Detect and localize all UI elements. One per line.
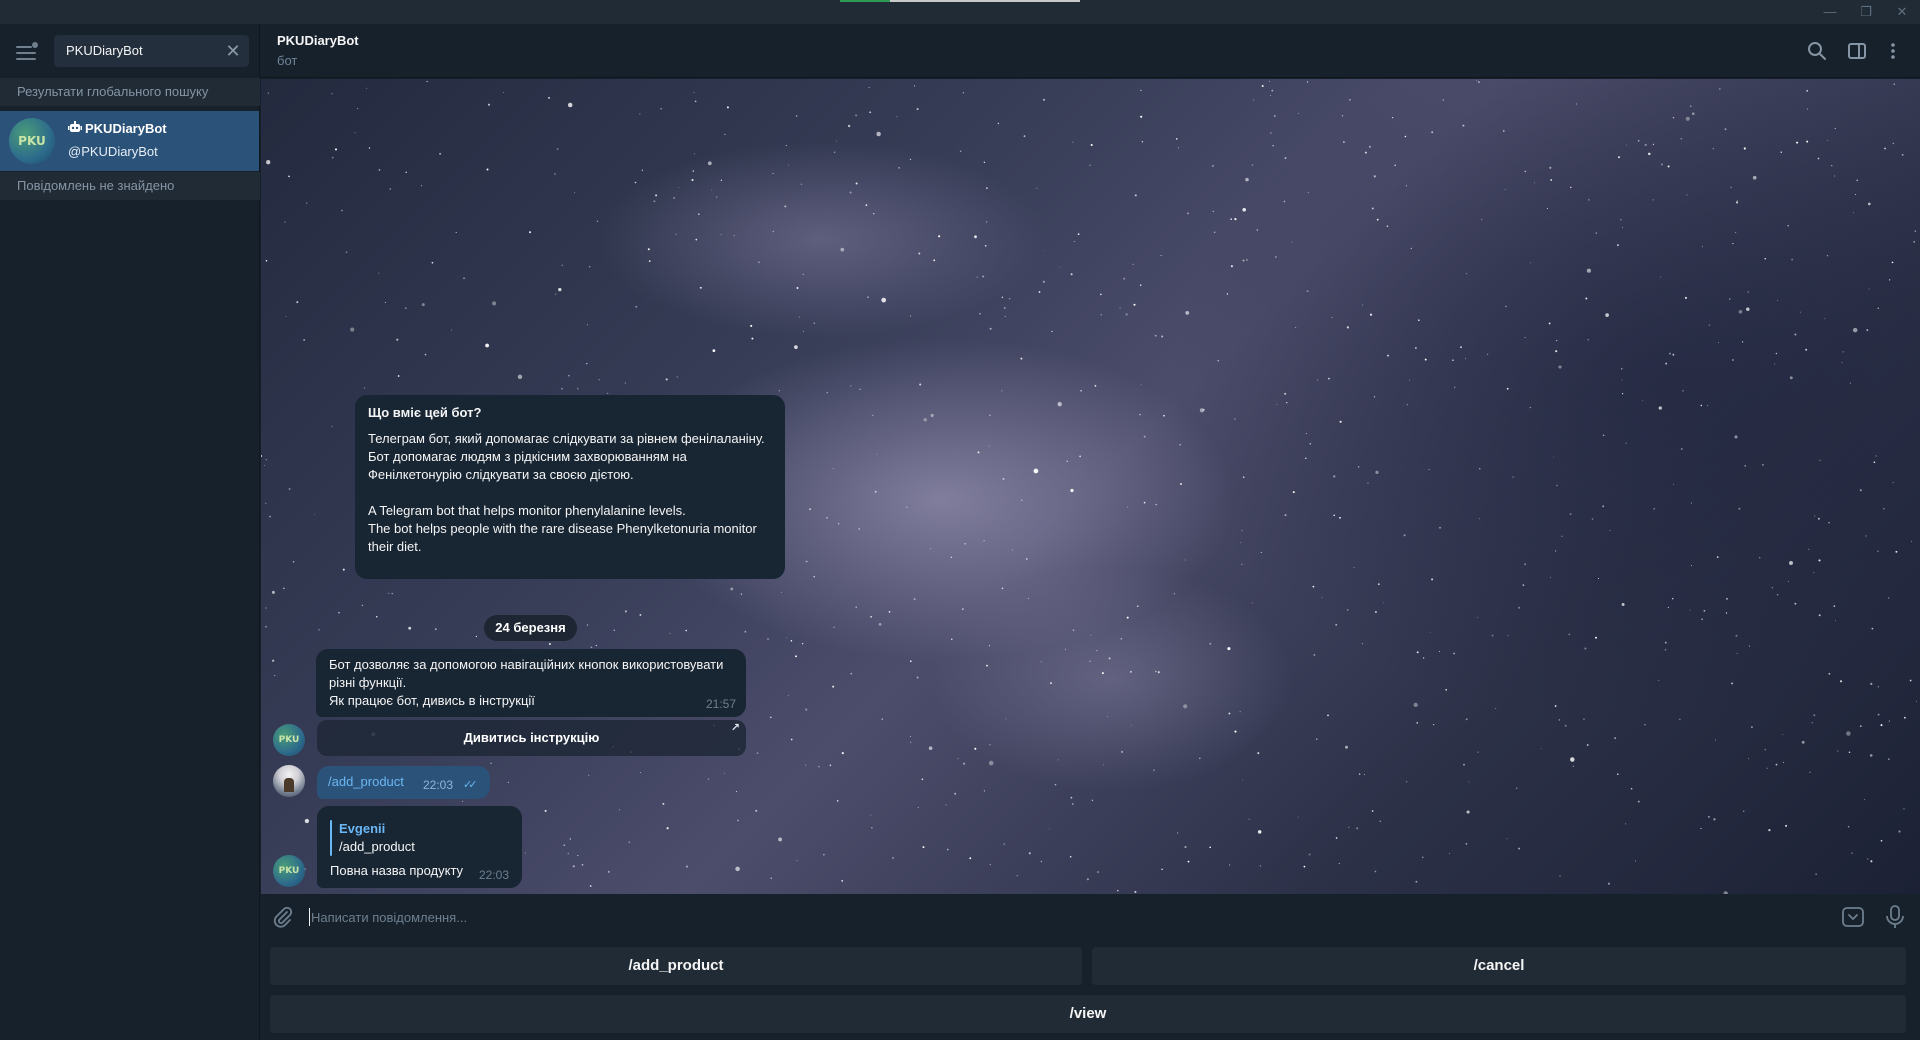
text-caret <box>309 908 310 926</box>
sidebar: PKUDiaryBot ✕ Результати глобального пош… <box>0 24 260 1040</box>
maximize-button[interactable]: ❐ <box>1852 2 1880 22</box>
result-handle: @PKUDiaryBot <box>68 144 158 159</box>
outgoing-message[interactable]: /add_product 22:03 ✓✓ <box>317 766 490 799</box>
message-text: Бот дозволяє за допомогою навігаційних к… <box>329 657 724 708</box>
message-input[interactable] <box>311 904 1811 930</box>
reply-author[interactable]: Evgenii <box>339 820 385 838</box>
bot-info-card: Що вміє цей бот? Телеграм бот, який допо… <box>355 395 785 579</box>
search-icon[interactable] <box>1805 39 1829 63</box>
chat-status: бот <box>277 53 298 68</box>
reply-text[interactable]: /add_product <box>339 838 415 856</box>
avatar[interactable] <box>273 765 305 797</box>
microphone-icon[interactable] <box>1883 904 1907 930</box>
date-separator: 24 березня <box>484 615 577 641</box>
bot-keyboard-icon[interactable] <box>1841 906 1865 928</box>
search-input[interactable]: PKUDiaryBot ✕ <box>54 35 249 67</box>
paperclip-icon[interactable] <box>271 905 295 929</box>
message-bubble[interactable]: Бот дозволяє за допомогою навігаційних к… <box>316 649 746 717</box>
reply-bar <box>330 820 332 856</box>
loading-progress <box>840 0 890 2</box>
sidebar-toggle-icon[interactable] <box>1845 39 1869 63</box>
message-composer <box>261 894 1920 940</box>
result-name-text: PKUDiaryBot <box>85 121 167 136</box>
view-instructions-button[interactable]: Дивитись інструкцію ↗ <box>317 720 746 756</box>
bot-info-title: Що вміє цей бот? <box>368 405 482 420</box>
no-messages-label: Повідомлень не знайдено <box>0 172 260 200</box>
close-icon[interactable]: ✕ <box>223 41 243 61</box>
title-bar: — ❐ ✕ <box>0 0 1920 24</box>
keyboard-button-cancel[interactable]: /cancel <box>1092 947 1906 985</box>
message-bubble[interactable]: Evgenii /add_product Повна назва продукт… <box>317 806 522 888</box>
chat-title[interactable]: PKUDiaryBot <box>277 33 359 48</box>
chat-area: Що вміє цей бот? Телеграм бот, який допо… <box>261 79 1920 894</box>
menu-icon[interactable] <box>14 42 38 62</box>
read-check-icon: ✓✓ <box>463 779 478 791</box>
view-instructions-label: Дивитись інструкцію <box>463 730 600 745</box>
search-input-value[interactable]: PKUDiaryBot <box>66 35 143 67</box>
bot-icon <box>68 121 82 132</box>
message-text: Повна назва продукту <box>330 863 464 878</box>
chat-header[interactable]: PKUDiaryBot бот <box>261 24 1920 78</box>
close-window-button[interactable]: ✕ <box>1888 2 1916 22</box>
bot-info-body: Телеграм бот, який допомагає слідкувати … <box>368 431 765 554</box>
search-result-pkudiarybot[interactable]: PKU PKUDiaryBot @PKUDiaryBot <box>0 111 259 171</box>
message-time: 22:03 <box>479 868 510 882</box>
external-link-icon: ↗ <box>730 722 740 734</box>
result-name: PKUDiaryBot <box>68 121 167 136</box>
keyboard-button-view[interactable]: /view <box>270 995 1906 1033</box>
avatar: PKU <box>9 118 55 164</box>
more-icon[interactable] <box>1881 39 1905 63</box>
global-results-label: Результати глобального пошуку <box>0 78 260 106</box>
loading-progress-track <box>890 0 1080 2</box>
message-time: 22:03 <box>423 778 454 792</box>
minimize-button[interactable]: — <box>1816 2 1844 22</box>
avatar[interactable]: PKU <box>273 855 305 887</box>
keyboard-button-add-product[interactable]: /add_product <box>270 947 1082 985</box>
message-text[interactable]: /add_product <box>328 774 404 789</box>
avatar[interactable]: PKU <box>273 724 305 756</box>
